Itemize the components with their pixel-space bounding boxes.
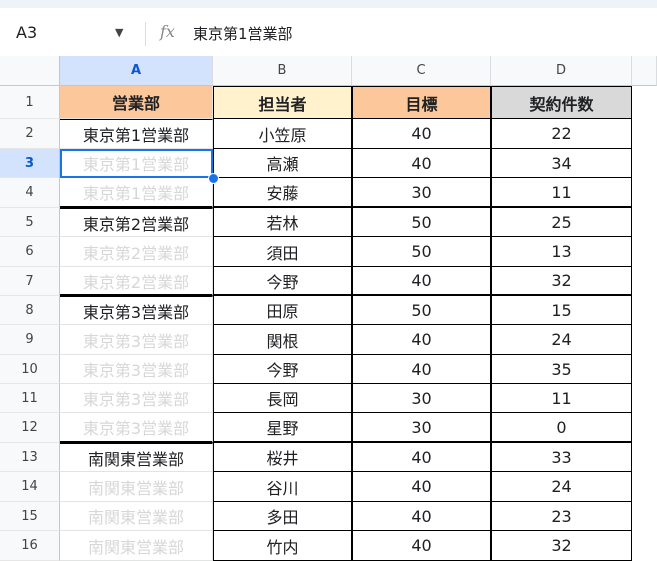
cell-target[interactable]: 40 bbox=[352, 531, 491, 561]
cell-target[interactable]: 50 bbox=[352, 208, 491, 237]
cell-rep[interactable]: 多田 bbox=[213, 502, 352, 531]
name-box[interactable]: A3 bbox=[16, 23, 37, 42]
cell-rep[interactable]: 若林 bbox=[213, 208, 352, 237]
cell-contracts[interactable]: 22 bbox=[491, 119, 632, 149]
row-header-7[interactable]: 7 bbox=[0, 267, 60, 296]
fill-handle[interactable] bbox=[208, 173, 219, 184]
row-header-15[interactable]: 15 bbox=[0, 502, 60, 531]
cell-rep[interactable]: 星野 bbox=[213, 413, 352, 443]
cell-department[interactable]: 東京第1営業部 bbox=[60, 149, 213, 178]
cell-target[interactable]: 50 bbox=[352, 237, 491, 267]
cell-target[interactable]: 40 bbox=[352, 355, 491, 384]
header-cell-target[interactable]: 目標 bbox=[352, 86, 491, 119]
cell-rep[interactable]: 小笠原 bbox=[213, 119, 352, 149]
row-header-16[interactable]: 16 bbox=[0, 531, 60, 561]
cell-rep[interactable]: 安藤 bbox=[213, 178, 352, 208]
cell-contracts[interactable]: 11 bbox=[491, 178, 632, 208]
row-header-11[interactable]: 11 bbox=[0, 384, 60, 413]
cell-target[interactable]: 40 bbox=[352, 443, 491, 472]
row-header-13[interactable]: 13 bbox=[0, 443, 60, 472]
cell-rep[interactable]: 田原 bbox=[213, 296, 352, 325]
cell-contracts[interactable]: 32 bbox=[491, 531, 632, 561]
cell-rep[interactable]: 桜井 bbox=[213, 443, 352, 472]
header-cell-department[interactable]: 営業部 bbox=[60, 86, 213, 119]
cell-rep[interactable]: 須田 bbox=[213, 237, 352, 267]
row-header-10[interactable]: 10 bbox=[0, 355, 60, 384]
name-box-dropdown-icon[interactable]: ▼ bbox=[115, 26, 123, 39]
cell-department[interactable]: 東京第3営業部 bbox=[60, 355, 213, 384]
column-header-b[interactable]: B bbox=[213, 56, 352, 86]
cell-target[interactable]: 40 bbox=[352, 149, 491, 178]
select-all-corner[interactable] bbox=[0, 56, 60, 86]
cell-target[interactable]: 30 bbox=[352, 413, 491, 443]
row-header-12[interactable]: 12 bbox=[0, 413, 60, 443]
cell-contracts[interactable]: 24 bbox=[491, 325, 632, 355]
cell-target[interactable]: 40 bbox=[352, 119, 491, 149]
top-strip bbox=[0, 0, 657, 8]
header-cell-rep[interactable]: 担当者 bbox=[213, 86, 352, 119]
row-header-1[interactable]: 1 bbox=[0, 86, 60, 119]
formula-bar-separator bbox=[145, 22, 146, 46]
cell-contracts[interactable]: 33 bbox=[491, 443, 632, 472]
row-header-2[interactable]: 2 bbox=[0, 119, 60, 149]
cell-contracts[interactable]: 23 bbox=[491, 502, 632, 531]
cell-department[interactable]: 南関東営業部 bbox=[60, 443, 213, 472]
cell-target[interactable]: 30 bbox=[352, 384, 491, 413]
cell-contracts[interactable]: 24 bbox=[491, 472, 632, 502]
cell-department[interactable]: 東京第2営業部 bbox=[60, 267, 213, 296]
column-header-d[interactable]: D bbox=[491, 56, 632, 86]
cell-target[interactable]: 40 bbox=[352, 325, 491, 355]
cell-rep[interactable]: 高瀬 bbox=[213, 149, 352, 178]
cell-rep[interactable]: 今野 bbox=[213, 355, 352, 384]
cell-target[interactable]: 30 bbox=[352, 178, 491, 208]
cell-contracts[interactable]: 25 bbox=[491, 208, 632, 237]
column-header-a[interactable]: A bbox=[60, 56, 213, 86]
cell-department[interactable]: 東京第2営業部 bbox=[60, 208, 213, 237]
cell-department[interactable]: 東京第3営業部 bbox=[60, 384, 213, 413]
cell-department[interactable]: 東京第1営業部 bbox=[60, 178, 213, 208]
header-cell-contracts[interactable]: 契約件数 bbox=[491, 86, 632, 119]
cell-rep[interactable]: 今野 bbox=[213, 267, 352, 296]
formula-input[interactable]: 東京第1営業部 bbox=[193, 23, 293, 44]
cell-rep[interactable]: 関根 bbox=[213, 325, 352, 355]
cell-department[interactable]: 東京第3営業部 bbox=[60, 296, 213, 325]
cell-rep[interactable]: 谷川 bbox=[213, 472, 352, 502]
cell-target[interactable]: 50 bbox=[352, 296, 491, 325]
column-header-c[interactable]: C bbox=[352, 56, 491, 86]
cell-contracts[interactable]: 13 bbox=[491, 237, 632, 267]
cell-department[interactable]: 東京第2営業部 bbox=[60, 237, 213, 267]
cell-contracts[interactable]: 15 bbox=[491, 296, 632, 325]
row-header-6[interactable]: 6 bbox=[0, 237, 60, 267]
row-header-5[interactable]: 5 bbox=[0, 208, 60, 237]
row-header-9[interactable]: 9 bbox=[0, 325, 60, 355]
cell-department[interactable]: 東京第3営業部 bbox=[60, 413, 213, 443]
cell-rep[interactable]: 長岡 bbox=[213, 384, 352, 413]
cell-department[interactable]: 南関東営業部 bbox=[60, 472, 213, 502]
cell-department[interactable]: 南関東営業部 bbox=[60, 502, 213, 531]
cell-department[interactable]: 東京第3営業部 bbox=[60, 325, 213, 355]
cell-contracts[interactable]: 11 bbox=[491, 384, 632, 413]
spreadsheet-grid[interactable]: A B C D 1 2 3 4 5 6 7 8 9 10 11 12 13 14 15 16 営業部 担当者 目標 契約件数東… bbox=[0, 56, 657, 561]
cell-department[interactable]: 南関東営業部 bbox=[60, 531, 213, 561]
cell-contracts[interactable]: 34 bbox=[491, 149, 632, 178]
formula-bar: A3 ▼ fx 東京第1営業部 bbox=[0, 8, 657, 57]
row-header-8[interactable]: 8 bbox=[0, 296, 60, 325]
cell-rep[interactable]: 竹内 bbox=[213, 531, 352, 561]
row-header-3[interactable]: 3 bbox=[0, 149, 60, 178]
row-header-4[interactable]: 4 bbox=[0, 178, 60, 208]
cell-target[interactable]: 40 bbox=[352, 502, 491, 531]
cell-target[interactable]: 40 bbox=[352, 472, 491, 502]
cell-contracts[interactable]: 35 bbox=[491, 355, 632, 384]
row-header-14[interactable]: 14 bbox=[0, 472, 60, 502]
fx-icon: fx bbox=[160, 22, 175, 41]
cell-contracts[interactable]: 0 bbox=[491, 413, 632, 443]
column-header-filler bbox=[632, 56, 657, 86]
cell-target[interactable]: 40 bbox=[352, 267, 491, 296]
cell-contracts[interactable]: 32 bbox=[491, 267, 632, 296]
cell-department[interactable]: 東京第1営業部 bbox=[60, 119, 213, 149]
